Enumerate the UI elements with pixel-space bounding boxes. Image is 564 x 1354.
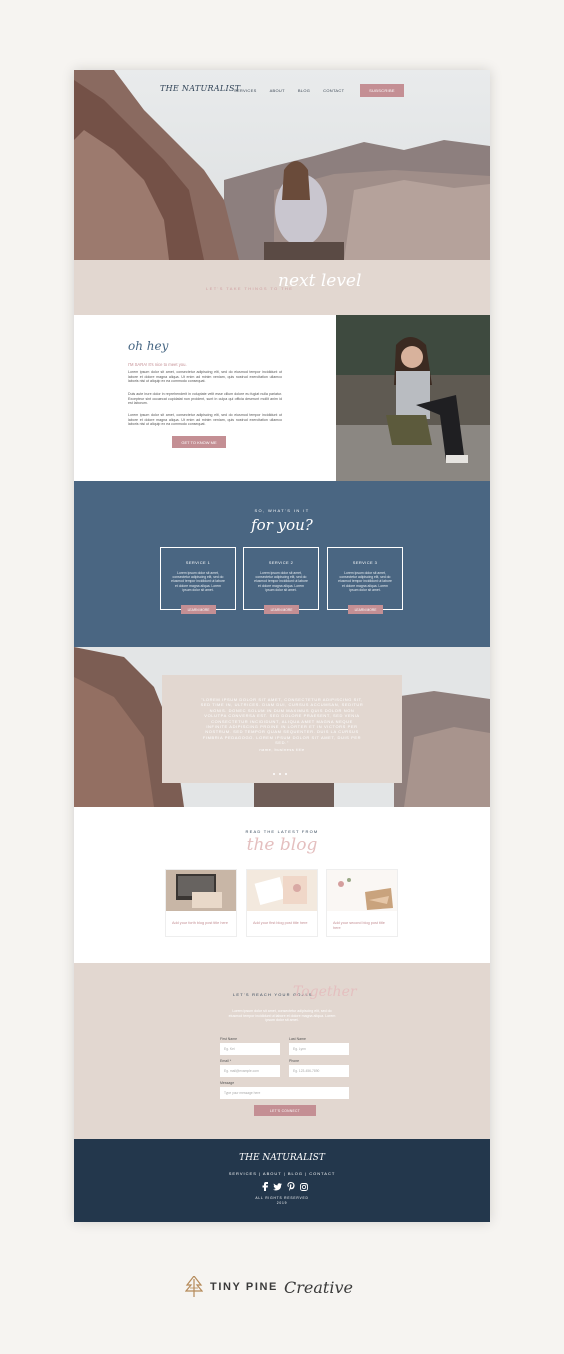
- contact-script: Together: [293, 984, 357, 1000]
- facebook-icon[interactable]: [260, 1182, 269, 1191]
- instagram-icon[interactable]: [299, 1182, 308, 1191]
- tagline-band: LET'S TAKE THINGS TO THE next level: [74, 260, 490, 315]
- blog-post-image: [247, 870, 317, 911]
- message-label: Message: [220, 1081, 235, 1085]
- service-title: SERVICE 3: [352, 560, 378, 565]
- phone-label: Phone: [289, 1059, 300, 1063]
- rights-year: 2019: [276, 1200, 288, 1205]
- carousel-dot[interactable]: [273, 773, 275, 775]
- last-name-field[interactable]: Eg. Lynn: [289, 1043, 349, 1055]
- services-lead: SO, WHAT'S IN IT: [254, 508, 310, 513]
- top-nav: THE NATURALIST SERVICES ABOUT BLOG CONTA…: [74, 84, 490, 100]
- subscribe-button[interactable]: SUBSCRIBE: [360, 84, 404, 97]
- blog-post-image: [166, 870, 236, 911]
- learn-more-button[interactable]: LEARN MORE: [181, 605, 216, 614]
- contact-section: LET'S REACH YOUR GOALS Together Lorem ip…: [74, 963, 490, 1139]
- carousel-dot[interactable]: [285, 773, 287, 775]
- blog-post-card[interactable]: Add your second blog post title here: [326, 869, 398, 937]
- about-greeting: oh hey: [128, 339, 169, 353]
- carousel-dots[interactable]: [273, 773, 287, 775]
- carousel-dot[interactable]: [279, 773, 281, 775]
- last-name-label: Last Name: [289, 1037, 306, 1041]
- tagline-script: next level: [278, 271, 362, 291]
- blog-post-card[interactable]: Add your forth blog post title here: [165, 869, 237, 937]
- service-body: Lorem ipsum dolor sit amet, consectetur …: [171, 571, 225, 592]
- nav-link-about[interactable]: ABOUT: [270, 88, 285, 93]
- nav-link-services[interactable]: SERVICES: [234, 88, 257, 93]
- footer: THE NATURALIST SERVICES | ABOUT | BLOG |…: [74, 1139, 490, 1222]
- blog-lead: READ THE LATEST FROM: [245, 829, 319, 834]
- about-photo: [336, 315, 490, 481]
- footer-logo[interactable]: THE NATURALIST: [74, 1153, 490, 1163]
- footer-rights: ALL RIGHTS RESERVED 2019: [74, 1196, 490, 1205]
- about-section: oh hey I'M SARA! It's nice to meet you. …: [74, 315, 490, 481]
- learn-more-button[interactable]: LEARN MORE: [264, 605, 299, 614]
- testimonial-box: "LOREM IPSUM DOLOR SIT AMET, CONSECTETUR…: [162, 675, 402, 783]
- website-mockup: THE NATURALIST SERVICES ABOUT BLOG CONTA…: [74, 70, 490, 1222]
- services-script: for you?: [251, 516, 313, 534]
- message-field[interactable]: Type your message here: [220, 1087, 349, 1099]
- footer-nav[interactable]: SERVICES | ABOUT | BLOG | CONTACT: [74, 1171, 490, 1176]
- first-name-label: First Name: [220, 1037, 238, 1041]
- email-field[interactable]: Eg. mail@example.com: [220, 1065, 280, 1077]
- blog-post-image: [327, 870, 397, 911]
- blog-post-title[interactable]: Add your first blog post title here: [253, 921, 311, 926]
- brand-script: Creative: [284, 1277, 353, 1297]
- service-title: SERVICE 2: [268, 560, 294, 565]
- learn-more-button[interactable]: LEARN MORE: [348, 605, 383, 614]
- get-to-know-me-button[interactable]: GET TO KNOW ME: [172, 436, 226, 448]
- lets-connect-button[interactable]: LET'S CONNECT: [254, 1105, 316, 1116]
- pine-tree-icon: [185, 1276, 203, 1297]
- email-label: Email *: [220, 1059, 232, 1063]
- blog-post-title[interactable]: Add your second blog post title here: [333, 921, 391, 931]
- first-name-field[interactable]: Eg. Kei: [220, 1043, 280, 1055]
- site-logo[interactable]: THE NATURALIST: [160, 84, 240, 93]
- about-intro: I'M SARA! It's nice to meet you.: [128, 362, 187, 367]
- blog-script: the blog: [246, 835, 318, 855]
- service-card: SERVICE 2 Lorem ipsum dolor sit amet, co…: [243, 547, 319, 614]
- contact-intro: Lorem ipsum dolor sit amet, consectetur …: [228, 1009, 336, 1023]
- testimonial-quote: "LOREM IPSUM DOLOR SIT AMET, CONSECTETUR…: [200, 697, 364, 746]
- about-paragraph-1: Lorem ipsum dolor sit amet, consectetur …: [128, 370, 282, 383]
- service-title: SERVICE 1: [185, 560, 211, 565]
- service-card: SERVICE 1 Lorem ipsum dolor sit amet, co…: [160, 547, 236, 614]
- social-links: [260, 1182, 308, 1191]
- phone-field[interactable]: Eg. 123-456-7890: [289, 1065, 349, 1077]
- brand-name: TINY PINE: [210, 1281, 278, 1293]
- service-body: Lorem ipsum dolor sit amet, consectetur …: [254, 571, 308, 592]
- pinterest-icon[interactable]: [286, 1182, 295, 1191]
- blog-post-card[interactable]: Add your first blog post title here: [246, 869, 318, 937]
- service-body: Lorem ipsum dolor sit amet, consectetur …: [338, 571, 392, 592]
- nav-links: SERVICES ABOUT BLOG CONTACT: [234, 88, 344, 93]
- testimonial-section: "LOREM IPSUM DOLOR SIT AMET, CONSECTETUR…: [74, 647, 490, 807]
- blog-section: READ THE LATEST FROM the blog Add your f…: [74, 807, 490, 963]
- about-paragraph-2: Duis aute irure dolor in reprehenderit i…: [128, 392, 282, 405]
- service-card: SERVICE 3 Lorem ipsum dolor sit amet, co…: [327, 547, 403, 614]
- tiny-pine-brand: TINY PINE Creative: [185, 1275, 353, 1299]
- services-section: SO, WHAT'S IN IT for you? SERVICE 1 Lore…: [74, 481, 490, 647]
- testimonial-name: name, business title: [259, 747, 305, 752]
- twitter-icon[interactable]: [273, 1182, 282, 1191]
- hero-section: THE NATURALIST SERVICES ABOUT BLOG CONTA…: [74, 70, 490, 260]
- nav-link-blog[interactable]: BLOG: [298, 88, 310, 93]
- nav-link-contact[interactable]: CONTACT: [323, 88, 344, 93]
- about-paragraph-3: Lorem ipsum dolor sit amet, consectetur …: [128, 413, 282, 426]
- blog-post-title[interactable]: Add your forth blog post title here: [172, 921, 230, 926]
